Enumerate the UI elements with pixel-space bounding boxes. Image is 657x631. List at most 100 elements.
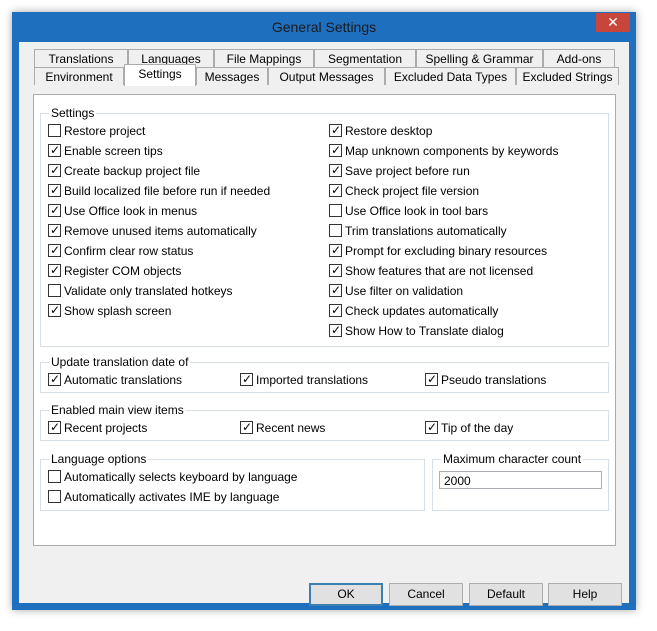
main-view-group: Enabled main view items ✓ Recent projects… <box>40 402 609 441</box>
checkbox-checked-icon[interactable]: ✓ <box>48 243 61 257</box>
tab-messages[interactable]: Messages <box>196 67 268 85</box>
checkbox-checked-icon[interactable]: ✓ <box>48 203 61 217</box>
checkbox-checked-icon[interactable]: ✓ <box>329 123 342 137</box>
settings-group: Settings Restore project ✓ Enable screen t… <box>40 105 609 347</box>
checkbox-label: Remove unused items automatically <box>64 224 257 238</box>
close-button[interactable]: ✕ <box>596 13 630 32</box>
checkbox-unchecked-icon[interactable] <box>48 284 61 297</box>
checkmark-icon: ✓ <box>50 143 61 157</box>
checkbox-checked-icon[interactable]: ✓ <box>329 323 342 337</box>
checkbox-checked-icon[interactable]: ✓ <box>329 283 342 297</box>
checkbox-label: Check updates automatically <box>345 304 499 318</box>
checkbox-label: Check project file version <box>345 184 480 198</box>
tab-output-messages[interactable]: Output Messages <box>268 67 385 85</box>
close-icon: ✕ <box>607 14 619 30</box>
checkbox-checked-icon[interactable]: ✓ <box>240 420 253 434</box>
language-options-group-label: Language options <box>49 451 149 467</box>
checkbox-unchecked-icon[interactable] <box>48 124 61 137</box>
checkbox-checked-icon[interactable]: ✓ <box>48 183 61 197</box>
tab-excluded-data-types[interactable]: Excluded Data Types <box>385 67 516 85</box>
settings-group-label: Settings <box>49 105 97 121</box>
checkbox-label: Register COM objects <box>64 264 182 278</box>
checkmark-icon: ✓ <box>242 372 253 386</box>
checkmark-icon: ✓ <box>331 143 342 157</box>
checkmark-icon: ✓ <box>331 123 342 137</box>
checkbox-checked-icon[interactable]: ✓ <box>329 243 342 257</box>
checkbox-checked-icon[interactable]: ✓ <box>240 372 253 386</box>
title-bar[interactable]: General Settings ✕ <box>12 12 636 42</box>
checkmark-icon: ✓ <box>50 263 61 277</box>
checkmark-icon: ✓ <box>427 420 438 434</box>
help-button[interactable]: Help <box>548 583 622 606</box>
tab-translations[interactable]: Translations <box>34 49 128 67</box>
checkbox-checked-icon[interactable]: ✓ <box>48 372 61 386</box>
checkbox-label: Show features that are not licensed <box>345 264 534 278</box>
checkbox-label: Build localized file before run if neede… <box>64 184 271 198</box>
checkbox-label: Prompt for excluding binary resources <box>345 244 548 258</box>
checkmark-icon: ✓ <box>50 223 61 237</box>
checkbox-unchecked-icon[interactable] <box>329 224 342 237</box>
max-char-group: Maximum character count 2000 <box>432 451 609 511</box>
checkbox-label: Recent projects <box>64 421 148 435</box>
checkbox-unchecked-icon[interactable] <box>329 204 342 217</box>
checkbox-label: Use Office look in menus <box>64 204 198 218</box>
tab-environment[interactable]: Environment <box>34 67 124 85</box>
checkbox-checked-icon[interactable]: ✓ <box>425 420 438 434</box>
tab-add-ons[interactable]: Add-ons <box>543 49 615 67</box>
checkbox-unchecked-icon[interactable] <box>48 470 61 483</box>
checkmark-icon: ✓ <box>331 163 342 177</box>
main-view-group-label: Enabled main view items <box>49 402 186 418</box>
checkbox-checked-icon[interactable]: ✓ <box>329 143 342 157</box>
checkbox-label: Recent news <box>256 421 326 435</box>
checkbox-label: Automatic translations <box>64 373 183 387</box>
cancel-button[interactable]: Cancel <box>389 583 463 606</box>
checkbox-checked-icon[interactable]: ✓ <box>329 183 342 197</box>
default-button[interactable]: Default <box>469 583 543 606</box>
checkbox-label: Map unknown components by keywords <box>345 144 559 158</box>
checkbox-checked-icon[interactable]: ✓ <box>48 263 61 277</box>
tab-file-mappings[interactable]: File Mappings <box>214 49 314 67</box>
checkbox-checked-icon[interactable]: ✓ <box>48 143 61 157</box>
checkbox-checked-icon[interactable]: ✓ <box>329 263 342 277</box>
checkmark-icon: ✓ <box>50 183 61 197</box>
checkbox-label: Pseudo translations <box>441 373 547 387</box>
checkmark-icon: ✓ <box>242 420 253 434</box>
checkbox-checked-icon[interactable]: ✓ <box>425 372 438 386</box>
update-date-group: Update translation date of ✓ Automatic tr… <box>40 354 609 393</box>
max-char-input[interactable]: 2000 <box>439 471 602 489</box>
dialog-client-area: Translations Languages File Mappings Seg… <box>19 42 629 606</box>
checkbox-label: Confirm clear row status <box>64 244 194 258</box>
checkmark-icon: ✓ <box>331 323 342 337</box>
checkmark-icon: ✓ <box>331 283 342 297</box>
general-settings-window: General Settings ✕ Translations Language… <box>12 12 636 610</box>
tab-spelling-grammar[interactable]: Spelling & Grammar <box>416 49 543 67</box>
checkbox-label: Tip of the day <box>441 421 514 435</box>
tab-excluded-strings[interactable]: Excluded Strings <box>516 67 619 85</box>
checkmark-icon: ✓ <box>50 420 61 434</box>
checkbox-checked-icon[interactable]: ✓ <box>329 303 342 317</box>
checkbox-checked-icon[interactable]: ✓ <box>48 223 61 237</box>
ok-button[interactable]: OK <box>309 583 383 606</box>
settings-tab-panel: Settings Restore project ✓ Enable screen t… <box>33 94 616 546</box>
checkbox-label: Restore desktop <box>345 124 433 138</box>
checkbox-checked-icon[interactable]: ✓ <box>48 420 61 434</box>
tab-segmentation[interactable]: Segmentation <box>314 49 416 67</box>
checkbox-label: Restore project <box>64 124 146 138</box>
checkbox-label: Imported translations <box>256 373 369 387</box>
checkmark-icon: ✓ <box>331 303 342 317</box>
checkbox-label: Show How to Translate dialog <box>345 324 504 338</box>
checkbox-label: Save project before run <box>345 164 470 178</box>
checkbox-checked-icon[interactable]: ✓ <box>48 303 61 317</box>
checkbox-label: Create backup project file <box>64 164 201 178</box>
checkbox-checked-icon[interactable]: ✓ <box>48 163 61 177</box>
checkmark-icon: ✓ <box>50 243 61 257</box>
tab-settings[interactable]: Settings <box>124 64 196 86</box>
checkmark-icon: ✓ <box>427 372 438 386</box>
checkmark-icon: ✓ <box>50 372 61 386</box>
checkbox-label: Trim translations automatically <box>345 224 507 238</box>
checkbox-label: Enable screen tips <box>64 144 163 158</box>
max-char-group-label: Maximum character count <box>441 451 584 467</box>
checkbox-label: Show splash screen <box>64 304 172 318</box>
checkbox-unchecked-icon[interactable] <box>48 490 61 503</box>
checkbox-checked-icon[interactable]: ✓ <box>329 163 342 177</box>
